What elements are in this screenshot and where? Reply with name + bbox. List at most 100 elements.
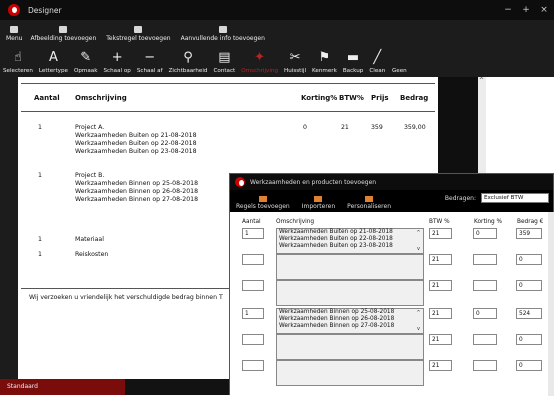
menu-button[interactable]: Menu (2, 26, 26, 42)
dialog-row-aantal-input[interactable] (242, 254, 264, 265)
toolbar-label: Omschrijving (241, 68, 279, 74)
dialog-header-aantal: Aantal (242, 219, 261, 225)
toolbar-plus-button[interactable]: + Schaal op (100, 50, 133, 74)
doc-top-rule (21, 83, 435, 84)
toolbar-magnifier-button[interactable]: ⚲ Zichtbaarheid (166, 50, 211, 74)
dialog-row-omschrijving-textarea[interactable]: Werkzaamheden Buiten op 21-08-2018 Werkza… (276, 228, 424, 254)
add-rows-button[interactable]: Regels toevoegen (230, 196, 296, 210)
dialog-row-korting-input[interactable]: 0 (473, 228, 497, 239)
dialog-row-aantal-input[interactable] (242, 360, 264, 371)
image-icon (59, 26, 68, 33)
dialog-row-bedrag-input[interactable]: 359 (516, 228, 542, 239)
stamp-icon: ⚑ (318, 50, 331, 65)
dialog-row-omschrijving-line: Werkzaamheden Binnen op 25-08-2018 (279, 309, 395, 315)
dialog-row-omschrijving-line: Werkzaamheden Buiten op 23-08-2018 (279, 243, 393, 250)
toolbar-stamp-button[interactable]: ⚑ Kenmerk (309, 50, 340, 74)
dialog-row-btw-input[interactable]: 21 (429, 280, 452, 291)
doc-header-aantal: Aantal (34, 94, 60, 102)
doc-row-a-line-3: Werkzaamheden Buiten op 23-08-2018 (75, 148, 197, 155)
dialog-row-bedrag-input[interactable]: 0 (516, 280, 542, 291)
dialog-row-aantal-input[interactable]: 1 (242, 228, 264, 239)
contact-card-icon: ▤ (218, 50, 231, 65)
dialog-row-omschrijving-textarea[interactable] (276, 254, 424, 280)
minimize-icon[interactable]: − (502, 4, 514, 16)
doc-row-c-aantal: 1 (38, 236, 42, 243)
toolbar-none-button[interactable]: Geen (388, 50, 410, 74)
personalize-button[interactable]: Personaliseren (341, 196, 397, 210)
pencil-icon: ✎ (80, 50, 92, 65)
personalize-icon (365, 196, 374, 202)
add-text-line-button[interactable]: Tekstregel toevoegen (102, 26, 174, 42)
dialog-row-btw-input[interactable]: 21 (429, 228, 452, 239)
dialog-header-btw: BTW % (429, 219, 450, 225)
toolbar-label: Schaal op (103, 68, 131, 74)
broom-icon: ╱ (373, 50, 382, 65)
toolbar-folder-button[interactable]: ▬ Backup (340, 50, 367, 74)
info-icon (218, 26, 227, 33)
dialog-row-korting-input[interactable] (473, 360, 497, 371)
dialog-row-omschrijving-textarea[interactable] (276, 280, 424, 306)
hand-pointer-icon: ☝ (13, 50, 22, 65)
add-info-button[interactable]: Aanvullende info toevoegen (177, 26, 269, 42)
dialog-title-bar: Werkzaamheden en producten toevoegen (230, 174, 553, 190)
dialog-row-aantal-input[interactable] (242, 280, 264, 291)
dialog-body: Aantal Omschrijving BTW % Korting % Bedr… (230, 212, 554, 396)
dialog-row-btw-input[interactable]: 21 (429, 360, 452, 371)
dialog-row-korting-input[interactable] (473, 280, 497, 291)
dialog-row-btw-input[interactable]: 21 (429, 308, 452, 319)
doc-header-btw: BTW% (339, 94, 364, 102)
doc-row-d-line-0: Reiskosten (75, 251, 109, 258)
window-title: Designer (28, 5, 62, 15)
dialog-row-korting-input[interactable] (473, 254, 497, 265)
description-icon: ✦ (254, 50, 266, 65)
amounts-select[interactable]: Exclusief BTW (481, 193, 549, 203)
dialog-row-bedrag-input[interactable]: 0 (516, 334, 542, 345)
scroll-up-icon[interactable]: ^ (479, 77, 484, 84)
dialog-row-bedrag-input[interactable]: 0 (516, 360, 542, 371)
close-icon[interactable]: × (538, 4, 550, 16)
dialog-row-aantal-input[interactable] (242, 334, 264, 345)
dialog-header-omschrijving: Omschrijving (276, 219, 315, 225)
app-logo-icon (8, 4, 20, 16)
status-label: Standaard (0, 379, 125, 395)
brush-icon: ✂ (289, 50, 301, 65)
import-button[interactable]: Importeren (296, 196, 341, 210)
doc-header-prijs: Prijs (371, 94, 389, 102)
toolbar-font-button[interactable]: A Lettertype (36, 50, 71, 74)
maximize-icon[interactable]: + (520, 4, 532, 16)
doc-header-omschrijving: Omschrijving (75, 94, 127, 102)
dialog-row-aantal-input[interactable]: 1 (242, 308, 264, 319)
doc-header-rule (21, 111, 435, 112)
add-image-button[interactable]: Afbeelding toevoegen (26, 26, 100, 42)
textarea-scroll-icon[interactable]: ^ v (414, 229, 423, 253)
toolbar-brush-button[interactable]: ✂ Huisstijl (281, 50, 309, 74)
doc-row-a-prijs: 359 (371, 124, 383, 131)
toolbar-label: Lettertype (38, 68, 68, 74)
menu-icon (10, 26, 19, 33)
dialog-scrollbar[interactable] (548, 212, 554, 396)
doc-footer-text: Wij verzoeken u vriendelijk het verschul… (29, 294, 223, 301)
doc-header-korting: Korting% (301, 94, 338, 102)
toolbar-minus-button[interactable]: − Schaal af (134, 50, 166, 74)
dialog-row-omschrijving-textarea[interactable] (276, 334, 424, 360)
toolbar-broom-button[interactable]: ╱ Clean (366, 50, 388, 74)
dialog-row-omschrijving-textarea[interactable] (276, 360, 424, 386)
toolbar-description-button[interactable]: ✦ Omschrijving (238, 50, 281, 74)
dialog-row-korting-input[interactable]: 0 (473, 308, 497, 319)
doc-row-b-aantal: 1 (38, 172, 42, 179)
dialog-row-korting-input[interactable] (473, 334, 497, 345)
textarea-scroll-icon[interactable]: ^ v (414, 309, 423, 333)
toolbar-pencil-button[interactable]: ✎ Opmaak (71, 50, 101, 74)
toolbar-contact-card-button[interactable]: ▤ Contact (210, 50, 238, 74)
dialog-row-bedrag-input[interactable]: 524 (516, 308, 542, 319)
toolbar-hand-pointer-button[interactable]: ☝ Selecteren (0, 50, 36, 74)
dialog-row-bedrag-input[interactable]: 0 (516, 254, 542, 265)
dialog-row-btw-input[interactable]: 21 (429, 254, 452, 265)
add-image-label: Afbeelding toevoegen (30, 35, 97, 42)
dialog-row-btw-input[interactable]: 21 (429, 334, 452, 345)
toolbar: ☝ Selecteren A Lettertype ✎ Opmaak + Schaal op −… (0, 46, 410, 74)
dialog-row-omschrijving-textarea[interactable]: Werkzaamheden Binnen op 25-08-2018 Werkza… (276, 308, 424, 334)
add-rows-label: Regels toevoegen (236, 203, 290, 210)
dialog-header-korting: Korting % (474, 219, 503, 225)
doc-row-b-line-3: Werkzaamheden Binnen op 27-08-2018 (75, 196, 199, 203)
